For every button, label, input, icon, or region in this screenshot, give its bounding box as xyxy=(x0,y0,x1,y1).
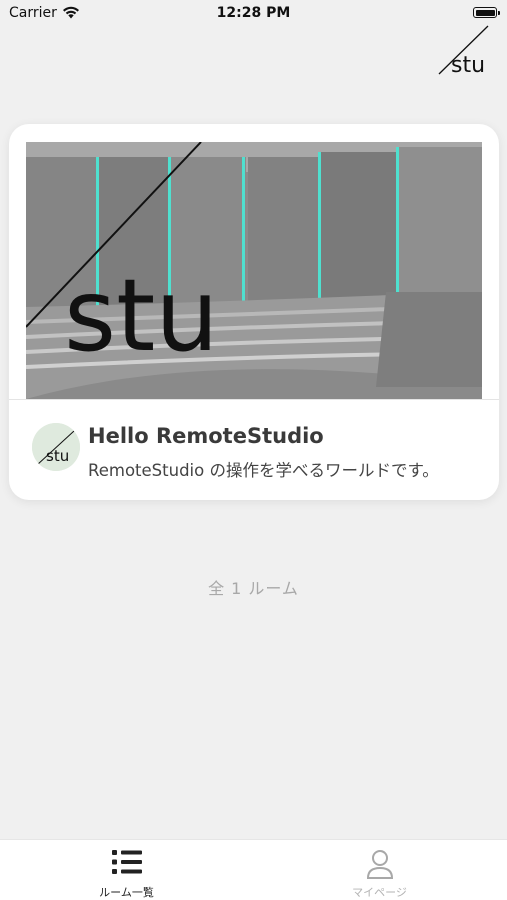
stu-logo: stu xyxy=(438,25,489,78)
room-thumbnail: stu xyxy=(26,142,482,399)
room-avatar: stu xyxy=(32,423,80,471)
room-description: RemoteStudio の操作を学べるワールドです。 xyxy=(88,461,439,480)
header-logo-text: stu xyxy=(451,53,485,78)
person-icon xyxy=(366,850,393,879)
tab-mypage[interactable]: マイページ xyxy=(253,840,506,900)
tab-room-list[interactable]: ルーム一覧 xyxy=(0,840,253,900)
status-bar: Carrier 12:28 PM xyxy=(0,0,507,30)
card-divider xyxy=(9,399,499,400)
room-card[interactable]: stu stu Hello RemoteStudio RemoteStudio … xyxy=(9,124,499,500)
thumbnail-logo-text: stu xyxy=(64,257,219,374)
clock: 12:28 PM xyxy=(216,5,291,21)
tab-room-list-label: ルーム一覧 xyxy=(99,886,154,899)
tab-bar: ルーム一覧 マイページ xyxy=(0,839,507,900)
avatar-logo-text: stu xyxy=(46,447,69,465)
room-count: 全 1 ルーム xyxy=(208,579,299,598)
battery-icon xyxy=(473,7,500,18)
list-icon xyxy=(111,850,142,874)
room-title: Hello RemoteStudio xyxy=(88,424,324,448)
tab-mypage-label: マイページ xyxy=(352,886,407,899)
